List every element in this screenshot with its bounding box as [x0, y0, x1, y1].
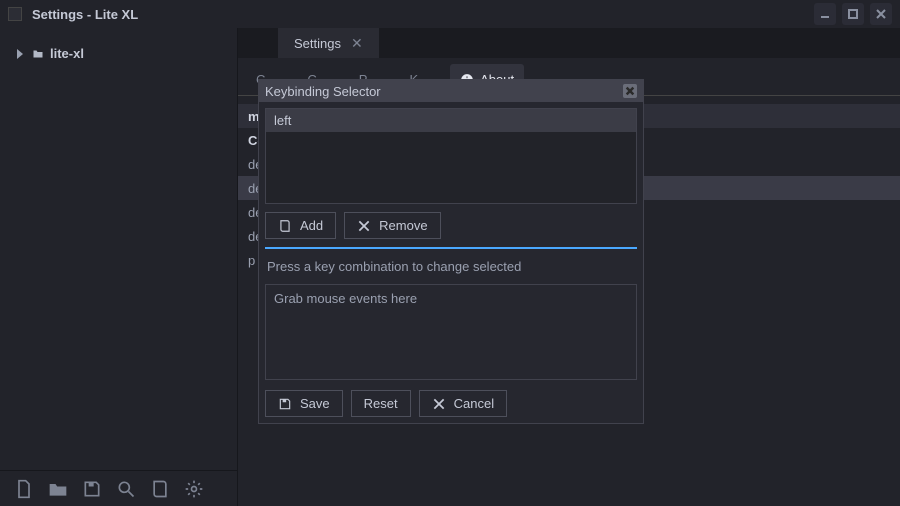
minimize-icon[interactable] [814, 3, 836, 25]
book-icon [278, 219, 292, 233]
save-icon [278, 397, 292, 411]
dialog-title: Keybinding Selector [265, 84, 381, 99]
bottom-toolbar [0, 470, 237, 506]
list-item[interactable]: left [266, 109, 636, 132]
search-icon[interactable] [116, 479, 136, 499]
x-icon [357, 219, 371, 233]
close-window-icon[interactable] [870, 3, 892, 25]
dialog-titlebar[interactable]: Keybinding Selector [259, 80, 643, 102]
keybinding-selector-dialog: Keybinding Selector left Add Remove Pres… [258, 79, 644, 424]
tree-root-item[interactable]: lite-xl [8, 42, 229, 65]
editor-tab-label: Settings [294, 36, 341, 51]
sidebar: lite-xl [0, 28, 238, 506]
window-title: Settings - Lite XL [32, 7, 138, 22]
titlebar: Settings - Lite XL [0, 0, 900, 28]
mouse-grab-area[interactable]: Grab mouse events here [265, 284, 637, 380]
save-icon[interactable] [82, 479, 102, 499]
x-icon [432, 397, 446, 411]
chevron-right-icon [14, 48, 26, 60]
maximize-icon[interactable] [842, 3, 864, 25]
open-folder-icon[interactable] [48, 479, 68, 499]
app-icon [8, 7, 22, 21]
grab-placeholder: Grab mouse events here [274, 291, 417, 306]
file-tree: lite-xl [0, 36, 237, 470]
book-icon[interactable] [150, 479, 170, 499]
editor-tabbar: Settings ✕ [238, 28, 900, 58]
gear-icon[interactable] [184, 479, 204, 499]
add-button[interactable]: Add [265, 212, 336, 239]
remove-button[interactable]: Remove [344, 212, 440, 239]
reset-button[interactable]: Reset [351, 390, 411, 417]
editor-tab-settings[interactable]: Settings ✕ [278, 28, 379, 58]
save-button[interactable]: Save [265, 390, 343, 417]
new-file-icon[interactable] [14, 479, 34, 499]
cancel-button[interactable]: Cancel [419, 390, 507, 417]
dialog-close-button[interactable] [623, 84, 637, 98]
tree-root-label: lite-xl [50, 46, 84, 61]
close-tab-icon[interactable]: ✕ [351, 35, 363, 52]
hint-text: Press a key combination to change select… [265, 249, 637, 284]
folder-icon [32, 48, 44, 60]
bindings-listbox[interactable]: left [265, 108, 637, 204]
